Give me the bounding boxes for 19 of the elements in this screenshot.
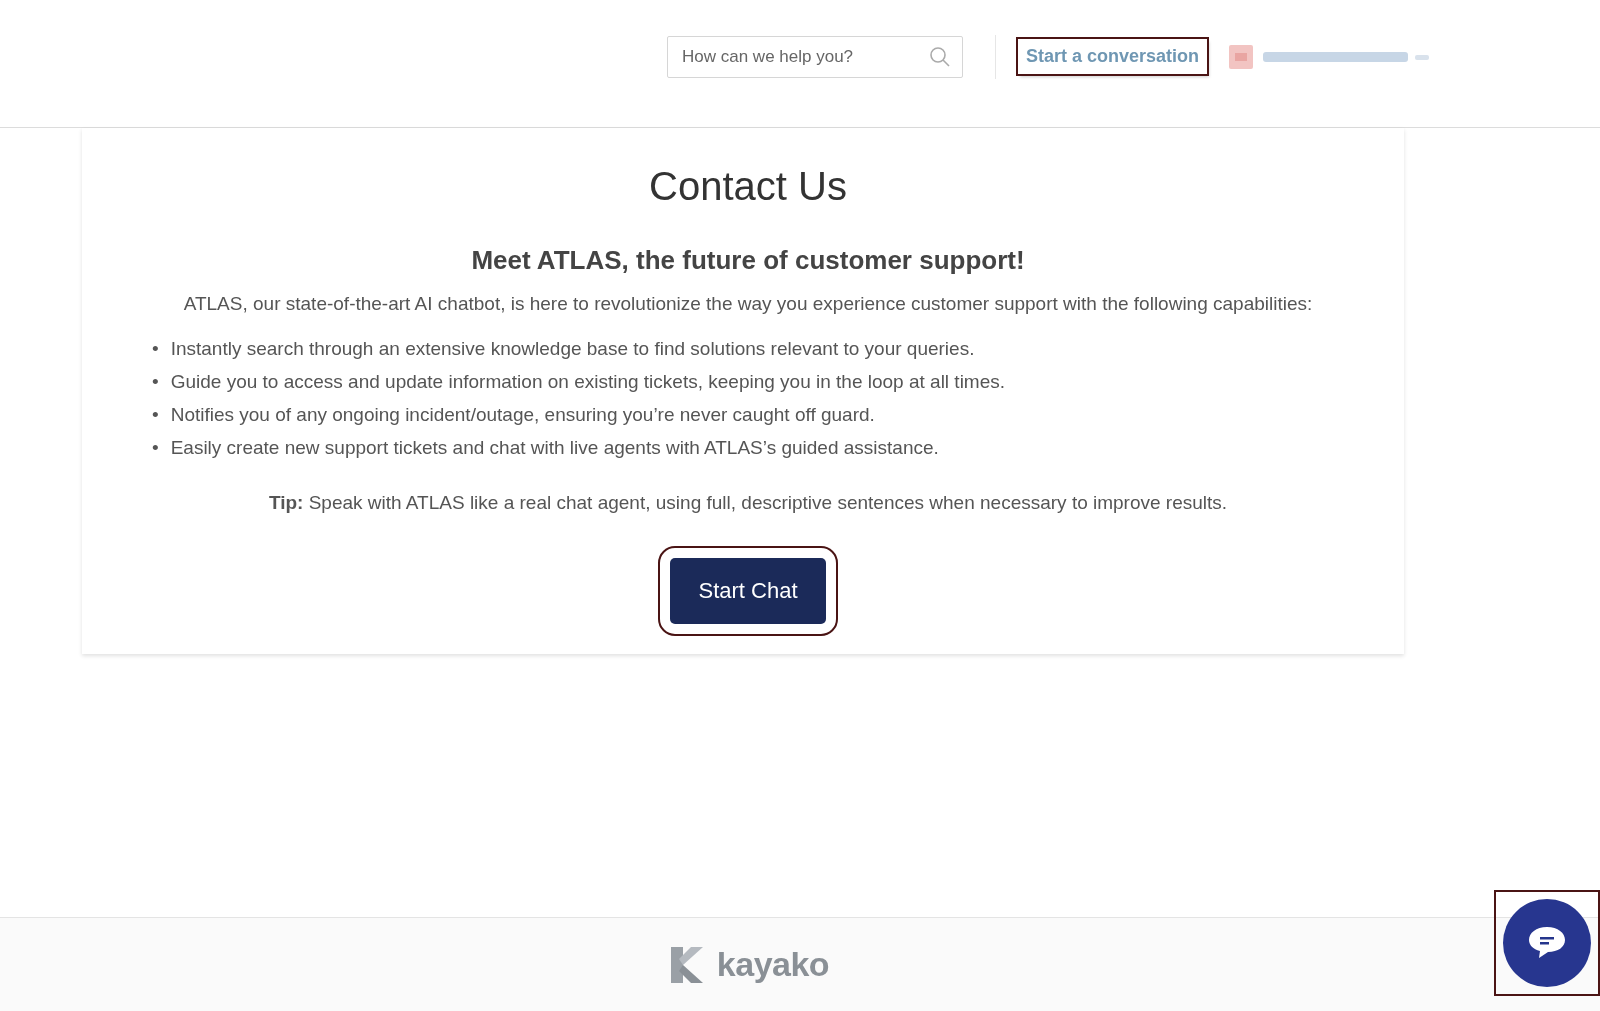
logo-icon <box>670 946 705 983</box>
capability-item: Notifies you of any ongoing incident/outage, ensuring you’re never caught off guard. <box>170 403 875 427</box>
bullet: • <box>152 370 159 394</box>
tip-text: Tip: Speak with ATLAS like a real chat agent, using full, descriptive sentences when necessary to improve results. <box>267 492 1229 514</box>
capability-item: Easily create new support tickets and chat with live agents with ATLAS’s guided assistance. <box>170 436 939 460</box>
subtitle: Meet ATLAS, the future of customer support! <box>470 245 1026 276</box>
capability-item: Instantly search through an extensive knowledge base to find solutions relevant to your queries. <box>170 337 975 361</box>
capability-item: Guide you to access and update information on existing tickets, keeping you in the loop at all times. <box>170 370 1006 394</box>
bullet: • <box>152 337 159 361</box>
page-title: Contact Us <box>648 164 848 209</box>
bullet: • <box>152 403 159 427</box>
intro-text: ATLAS, our state-of-the-art AI chatbot, is here to revolutionize the way you experience customer support with the following capabilities: <box>182 292 1314 316</box>
bullet: • <box>152 436 159 460</box>
start-chat-button[interactable]: Start Chat <box>670 558 826 624</box>
avatar-icon <box>1229 44 1254 69</box>
chat-bubble-icon <box>1527 925 1567 961</box>
search-field[interactable]: How can we help you? <box>667 35 963 78</box>
brand-wordmark: kayako <box>716 945 830 984</box>
search-icon <box>929 45 951 68</box>
